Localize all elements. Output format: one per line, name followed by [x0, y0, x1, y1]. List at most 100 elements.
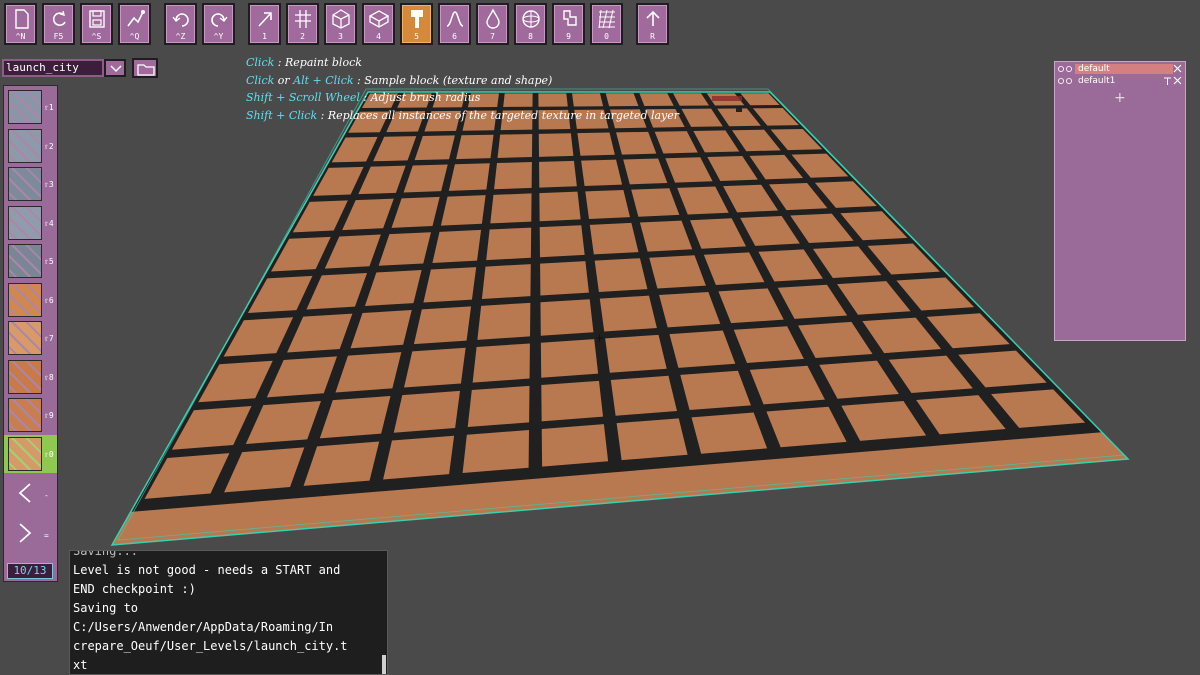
- close-icon[interactable]: [1173, 64, 1182, 74]
- layer-row[interactable]: default1: [1057, 76, 1183, 87]
- toolbar-button-raise-arrow[interactable]: R: [636, 3, 669, 45]
- toolbar-button-texture-grid[interactable]: 0: [590, 3, 623, 45]
- layer-name: default: [1075, 64, 1173, 74]
- stamp-tool-icon: [563, 10, 577, 26]
- shortcut-key: 9: [566, 32, 571, 41]
- texture-slot-key: ⇧7: [44, 334, 54, 343]
- reload-icon: [52, 10, 66, 26]
- lock-icon[interactable]: [1065, 76, 1073, 86]
- help-key: Click: [246, 56, 275, 69]
- redo-icon: [211, 13, 228, 27]
- chevron-down-icon: [110, 65, 122, 73]
- paint-brush-icon: [411, 10, 423, 28]
- tool-help: Click : Repaint block Click or Alt + Cli…: [246, 56, 680, 122]
- texture-slot-key: ⇧3: [44, 180, 54, 189]
- visibility-eye-icon[interactable]: [1057, 64, 1065, 74]
- shortcut-key: ^Y: [213, 32, 224, 41]
- toolbar-button-new-file[interactable]: ^N: [4, 3, 37, 45]
- shortcut-key: ^Q: [129, 32, 140, 41]
- add-layer-button[interactable]: +: [1114, 90, 1126, 106]
- texture-slot-key: ⇧5: [44, 257, 54, 266]
- texture-slot[interactable]: [8, 398, 42, 432]
- new-file-icon: [15, 9, 29, 29]
- curve-tool-icon: [446, 11, 464, 27]
- texture-slot[interactable]: [8, 436, 42, 471]
- texture-slot[interactable]: [8, 244, 42, 278]
- shortcut-key: ^S: [91, 32, 102, 41]
- folder-icon: [137, 64, 155, 76]
- console-line: xt: [73, 658, 88, 672]
- output-console: Saving... Level is not good - needs a STA…: [69, 550, 388, 675]
- texture-slot[interactable]: [8, 282, 42, 317]
- texture-slot[interactable]: [8, 167, 42, 201]
- texture-slot[interactable]: [8, 321, 42, 355]
- shortcut-key: 0: [604, 32, 609, 41]
- arrow-tool-icon: [258, 12, 272, 27]
- toolbar-button-stamp-tool[interactable]: 9: [552, 3, 585, 45]
- console-line: crepare_Oeuf/User_Levels/launch_city.t: [73, 639, 348, 653]
- play-icon: [127, 10, 145, 27]
- toolbar-button-sphere-tool[interactable]: 8: [514, 3, 547, 45]
- texture-slot[interactable]: [8, 359, 42, 394]
- close-icon[interactable]: [1173, 76, 1182, 86]
- shortcut-key: ^Z: [175, 32, 186, 41]
- toolbar-button-drop-tool[interactable]: 7: [476, 3, 509, 45]
- shortcut-key: F5: [53, 32, 64, 41]
- console-line: Level is not good - needs a START and: [73, 563, 341, 577]
- shortcut-key: 7: [490, 32, 495, 41]
- layer-row[interactable]: default: [1057, 64, 1183, 75]
- texture-slot[interactable]: [8, 205, 42, 240]
- toolbar-button-cube-tool[interactable]: 3: [324, 3, 357, 45]
- texture-slot-key: ⇧0: [44, 449, 54, 459]
- console-scrollbar[interactable]: [382, 655, 386, 674]
- raise-arrow-icon: [646, 10, 660, 26]
- marker-block: [712, 96, 742, 101]
- toolbar-button-paint-brush[interactable]: 5: [400, 3, 433, 45]
- texture-slot-key: ⇧4: [44, 218, 54, 228]
- shortcut-key: R: [650, 32, 655, 41]
- shortcut-key: 8: [528, 32, 533, 41]
- texture-slot-key: ⇧2: [44, 141, 54, 151]
- toolbar-button-play[interactable]: ^Q: [118, 3, 151, 45]
- shortcut-key: ^N: [15, 32, 26, 41]
- undo-icon: [172, 13, 189, 27]
- console-line: Saving...: [73, 550, 139, 558]
- texture-slot-key: ⇧1: [44, 103, 54, 112]
- level-select[interactable]: launch_city: [2, 59, 104, 77]
- layers-panel: + default default1: [1054, 61, 1186, 341]
- grid-tool-icon: [295, 10, 311, 28]
- toolbar-button-block-tool[interactable]: 4: [362, 3, 395, 45]
- toolbar-button-save[interactable]: ^S: [80, 3, 113, 45]
- console-line: C:/Users/Anwender/AppData/Roaming/In: [73, 620, 334, 634]
- shortcut-key: 4: [376, 32, 381, 41]
- texture-slot-key: ⇧8: [44, 372, 54, 382]
- prev-page-key: -: [44, 491, 49, 500]
- cube-tool-icon: [332, 9, 350, 29]
- console-line: END checkpoint :): [73, 582, 196, 596]
- shortcut-key: 2: [300, 32, 305, 41]
- save-icon: [89, 10, 105, 28]
- next-page-button[interactable]: [10, 518, 40, 548]
- lock-icon[interactable]: [1065, 64, 1073, 74]
- toolbar-button-curve-tool[interactable]: 6: [438, 3, 471, 45]
- visibility-eye-icon[interactable]: [1057, 76, 1065, 86]
- open-folder-button[interactable]: [132, 58, 158, 78]
- prev-page-button[interactable]: [10, 478, 40, 508]
- layer-name: default1: [1078, 76, 1116, 86]
- toolbar-button-grid-tool[interactable]: 2: [286, 3, 319, 45]
- shortcut-key: 6: [452, 32, 457, 41]
- chevron-right-icon: [19, 523, 32, 543]
- toolbar-button-redo[interactable]: ^Y: [202, 3, 235, 45]
- toolbar-button-undo[interactable]: ^Z: [164, 3, 197, 45]
- sphere-tool-icon: [522, 10, 540, 28]
- shortcut-key: 3: [338, 32, 343, 41]
- move-layer-icon[interactable]: [1163, 76, 1172, 86]
- texture-slot[interactable]: [8, 90, 42, 124]
- texture-palette: - = 10/13 ⇧1 ⇧2 ⇧3 ⇧4 ⇧5 ⇧6 ⇧7 ⇧8 ⇧9 ⇧0: [3, 85, 58, 582]
- texture-slot[interactable]: [8, 128, 42, 163]
- toolbar-button-reload[interactable]: F5: [42, 3, 75, 45]
- level-dropdown-button[interactable]: [104, 59, 126, 77]
- toolbar-button-arrow-tool[interactable]: 1: [248, 3, 281, 45]
- palette-page-indicator: 10/13: [7, 563, 53, 579]
- texture-slot-key: ⇧9: [44, 411, 54, 420]
